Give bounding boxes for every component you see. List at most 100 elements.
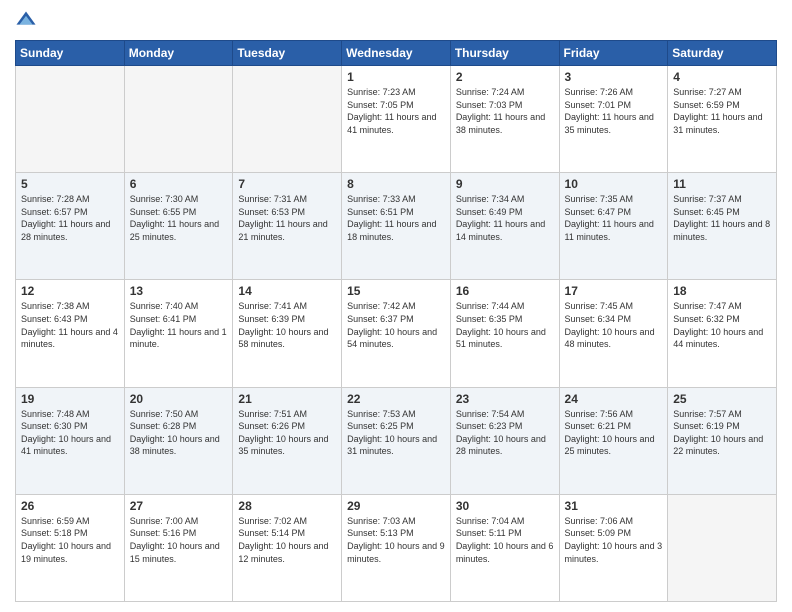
calendar-cell: 8 Sunrise: 7:33 AMSunset: 6:51 PMDaylight…: [342, 173, 451, 280]
calendar-cell: 12 Sunrise: 7:38 AMSunset: 6:43 PMDayligh…: [16, 280, 125, 387]
day-info: Sunrise: 7:42 AMSunset: 6:37 PMDaylight:…: [347, 300, 445, 350]
calendar-cell: 6 Sunrise: 7:30 AMSunset: 6:55 PMDaylight…: [124, 173, 233, 280]
calendar-cell: 17 Sunrise: 7:45 AMSunset: 6:34 PMDayligh…: [559, 280, 668, 387]
calendar-cell: [16, 66, 125, 173]
day-info: Sunrise: 7:40 AMSunset: 6:41 PMDaylight:…: [130, 300, 228, 350]
day-number: 23: [456, 392, 554, 406]
day-info: Sunrise: 7:57 AMSunset: 6:19 PMDaylight:…: [673, 408, 771, 458]
day-info: Sunrise: 7:03 AMSunset: 5:13 PMDaylight:…: [347, 515, 445, 565]
day-number: 9: [456, 177, 554, 191]
day-number: 5: [21, 177, 119, 191]
day-number: 26: [21, 499, 119, 513]
day-number: 31: [565, 499, 663, 513]
day-info: Sunrise: 7:30 AMSunset: 6:55 PMDaylight:…: [130, 193, 228, 243]
weekday-header-row: SundayMondayTuesdayWednesdayThursdayFrid…: [16, 41, 777, 66]
day-number: 27: [130, 499, 228, 513]
day-number: 11: [673, 177, 771, 191]
calendar-cell: 16Sunrise: 7:44 AMSunset: 6:35 PMDayligh…: [450, 280, 559, 387]
day-number: 25: [673, 392, 771, 406]
weekday-header-thursday: Thursday: [450, 41, 559, 66]
day-number: 20: [130, 392, 228, 406]
day-number: 2: [456, 70, 554, 84]
day-info: Sunrise: 7:53 AMSunset: 6:25 PMDaylight:…: [347, 408, 445, 458]
day-info: Sunrise: 7:33 AMSunset: 6:51 PMDaylight:…: [347, 193, 445, 243]
day-number: 17: [565, 284, 663, 298]
week-row-5: 26 Sunrise: 6:59 AMSunset: 5:18 PMDayligh…: [16, 494, 777, 601]
day-info: Sunrise: 7:06 AMSunset: 5:09 PMDaylight:…: [565, 515, 663, 565]
day-info: Sunrise: 7:41 AMSunset: 6:39 PMDaylight:…: [238, 300, 336, 350]
calendar-cell: 30 Sunrise: 7:04 AMSunset: 5:11 PMDayligh…: [450, 494, 559, 601]
calendar-cell: 26 Sunrise: 6:59 AMSunset: 5:18 PMDayligh…: [16, 494, 125, 601]
logo-icon: [15, 10, 37, 32]
day-info: Sunrise: 7:23 AMSunset: 7:05 PMDaylight:…: [347, 86, 445, 136]
page: SundayMondayTuesdayWednesdayThursdayFrid…: [0, 0, 792, 612]
calendar-cell: 15Sunrise: 7:42 AMSunset: 6:37 PMDayligh…: [342, 280, 451, 387]
calendar-cell: [668, 494, 777, 601]
day-number: 14: [238, 284, 336, 298]
day-info: Sunrise: 7:56 AMSunset: 6:21 PMDaylight:…: [565, 408, 663, 458]
day-info: Sunrise: 7:02 AMSunset: 5:14 PMDaylight:…: [238, 515, 336, 565]
day-number: 1: [347, 70, 445, 84]
day-number: 19: [21, 392, 119, 406]
calendar-cell: 24 Sunrise: 7:56 AMSunset: 6:21 PMDayligh…: [559, 387, 668, 494]
calendar-cell: 9 Sunrise: 7:34 AMSunset: 6:49 PMDaylight…: [450, 173, 559, 280]
calendar-cell: 10Sunrise: 7:35 AMSunset: 6:47 PMDayligh…: [559, 173, 668, 280]
day-info: Sunrise: 7:24 AMSunset: 7:03 PMDaylight:…: [456, 86, 554, 136]
calendar-cell: 25 Sunrise: 7:57 AMSunset: 6:19 PMDayligh…: [668, 387, 777, 494]
header: [15, 10, 777, 32]
logo: [15, 10, 41, 32]
day-number: 7: [238, 177, 336, 191]
calendar-cell: 11Sunrise: 7:37 AMSunset: 6:45 PMDayligh…: [668, 173, 777, 280]
day-info: Sunrise: 7:51 AMSunset: 6:26 PMDaylight:…: [238, 408, 336, 458]
day-info: Sunrise: 7:26 AMSunset: 7:01 PMDaylight:…: [565, 86, 663, 136]
calendar-cell: [124, 66, 233, 173]
week-row-4: 19Sunrise: 7:48 AMSunset: 6:30 PMDayligh…: [16, 387, 777, 494]
calendar-table: SundayMondayTuesdayWednesdayThursdayFrid…: [15, 40, 777, 602]
day-info: Sunrise: 7:00 AMSunset: 5:16 PMDaylight:…: [130, 515, 228, 565]
day-number: 22: [347, 392, 445, 406]
calendar-cell: 1 Sunrise: 7:23 AMSunset: 7:05 PMDaylight…: [342, 66, 451, 173]
day-info: Sunrise: 7:27 AMSunset: 6:59 PMDaylight:…: [673, 86, 771, 136]
calendar-cell: 4Sunrise: 7:27 AMSunset: 6:59 PMDaylight…: [668, 66, 777, 173]
calendar-cell: 20Sunrise: 7:50 AMSunset: 6:28 PMDayligh…: [124, 387, 233, 494]
calendar-cell: 28 Sunrise: 7:02 AMSunset: 5:14 PMDayligh…: [233, 494, 342, 601]
day-info: Sunrise: 7:45 AMSunset: 6:34 PMDaylight:…: [565, 300, 663, 350]
day-number: 8: [347, 177, 445, 191]
calendar-cell: 29 Sunrise: 7:03 AMSunset: 5:13 PMDayligh…: [342, 494, 451, 601]
calendar-cell: 23Sunrise: 7:54 AMSunset: 6:23 PMDayligh…: [450, 387, 559, 494]
day-info: Sunrise: 7:04 AMSunset: 5:11 PMDaylight:…: [456, 515, 554, 565]
weekday-header-tuesday: Tuesday: [233, 41, 342, 66]
weekday-header-sunday: Sunday: [16, 41, 125, 66]
week-row-2: 5Sunrise: 7:28 AMSunset: 6:57 PMDaylight…: [16, 173, 777, 280]
calendar-cell: 21 Sunrise: 7:51 AMSunset: 6:26 PMDayligh…: [233, 387, 342, 494]
day-number: 28: [238, 499, 336, 513]
weekday-header-wednesday: Wednesday: [342, 41, 451, 66]
calendar-cell: 13Sunrise: 7:40 AMSunset: 6:41 PMDayligh…: [124, 280, 233, 387]
weekday-header-saturday: Saturday: [668, 41, 777, 66]
calendar-cell: 22 Sunrise: 7:53 AMSunset: 6:25 PMDayligh…: [342, 387, 451, 494]
day-info: Sunrise: 7:34 AMSunset: 6:49 PMDaylight:…: [456, 193, 554, 243]
calendar-cell: 19Sunrise: 7:48 AMSunset: 6:30 PMDayligh…: [16, 387, 125, 494]
week-row-3: 12 Sunrise: 7:38 AMSunset: 6:43 PMDayligh…: [16, 280, 777, 387]
day-number: 24: [565, 392, 663, 406]
calendar-cell: 27 Sunrise: 7:00 AMSunset: 5:16 PMDayligh…: [124, 494, 233, 601]
calendar-cell: 3Sunrise: 7:26 AMSunset: 7:01 PMDaylight…: [559, 66, 668, 173]
day-number: 30: [456, 499, 554, 513]
day-number: 10: [565, 177, 663, 191]
calendar-cell: 31 Sunrise: 7:06 AMSunset: 5:09 PMDayligh…: [559, 494, 668, 601]
day-number: 12: [21, 284, 119, 298]
day-info: Sunrise: 7:47 AMSunset: 6:32 PMDaylight:…: [673, 300, 771, 350]
day-info: Sunrise: 7:31 AMSunset: 6:53 PMDaylight:…: [238, 193, 336, 243]
day-number: 18: [673, 284, 771, 298]
day-number: 29: [347, 499, 445, 513]
calendar-cell: [233, 66, 342, 173]
day-info: Sunrise: 7:44 AMSunset: 6:35 PMDaylight:…: [456, 300, 554, 350]
day-number: 21: [238, 392, 336, 406]
week-row-1: 1 Sunrise: 7:23 AMSunset: 7:05 PMDaylight…: [16, 66, 777, 173]
calendar-cell: 5Sunrise: 7:28 AMSunset: 6:57 PMDaylight…: [16, 173, 125, 280]
day-number: 6: [130, 177, 228, 191]
calendar-cell: 14 Sunrise: 7:41 AMSunset: 6:39 PMDayligh…: [233, 280, 342, 387]
calendar-cell: 18 Sunrise: 7:47 AMSunset: 6:32 PMDayligh…: [668, 280, 777, 387]
day-info: Sunrise: 6:59 AMSunset: 5:18 PMDaylight:…: [21, 515, 119, 565]
day-info: Sunrise: 7:38 AMSunset: 6:43 PMDaylight:…: [21, 300, 119, 350]
